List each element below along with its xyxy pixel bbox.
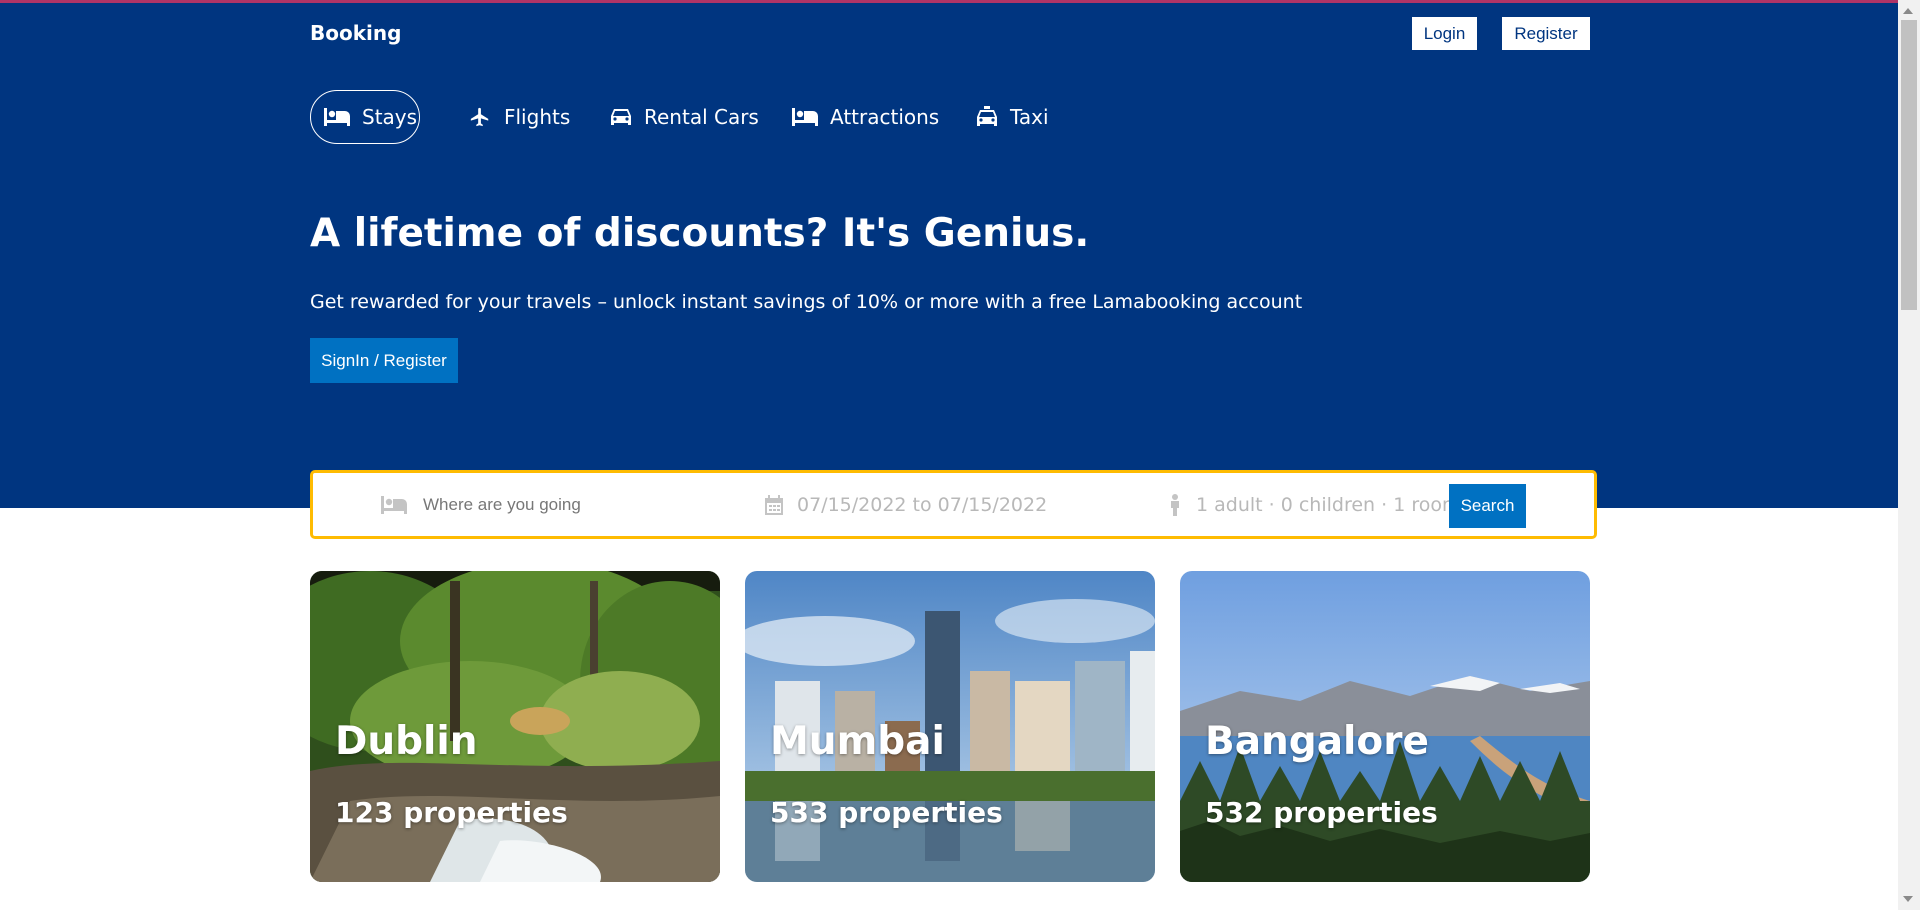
nav-label-attractions: Attractions [830, 105, 940, 129]
date-range-text: 07/15/2022 to 07/15/2022 [797, 493, 1048, 516]
bed-icon [381, 495, 421, 514]
search-button[interactable]: Search [1449, 484, 1526, 528]
card-title: Mumbai [770, 719, 945, 764]
signin-register-button[interactable]: SignIn / Register [310, 338, 458, 383]
calendar-icon [765, 494, 797, 515]
destination-field[interactable] [381, 473, 675, 536]
scroll-up-arrow-icon[interactable] [1903, 8, 1913, 14]
card-properties: 533 properties [770, 796, 1003, 829]
featured-card-bangalore[interactable]: Bangalore 532 properties [1180, 571, 1590, 882]
nav-item-stays[interactable]: Stays [310, 90, 420, 144]
taxi-icon [976, 106, 998, 128]
nav-label-taxi: Taxi [1010, 105, 1049, 129]
hero-description: Get rewarded for your travels – unlock i… [310, 291, 1303, 313]
card-properties: 123 properties [335, 796, 568, 829]
hero-title: A lifetime of discounts? It's Genius. [310, 211, 1090, 256]
scroll-down-arrow-icon[interactable] [1903, 896, 1913, 902]
nav-label-stays: Stays [362, 105, 418, 129]
destination-input[interactable] [421, 493, 675, 516]
nav-label-flights: Flights [504, 105, 571, 129]
person-icon [1168, 493, 1196, 516]
header: Booking Login Register Stays Flights Ren… [0, 3, 1898, 508]
date-range-field[interactable]: 07/15/2022 to 07/15/2022 [765, 473, 1047, 536]
nav-item-rental-cars[interactable]: Rental Cars [610, 90, 759, 144]
nav-item-attractions[interactable]: Attractions [792, 90, 939, 144]
guests-text: 1 adult · 0 children · 1 room [1196, 493, 1461, 516]
search-bar: 07/15/2022 to 07/15/2022 1 adult · 0 chi… [310, 470, 1597, 539]
page-scrollbar[interactable] [1898, 0, 1920, 910]
bed-icon [324, 108, 350, 126]
card-title: Bangalore [1205, 719, 1429, 764]
scroll-thumb[interactable] [1901, 20, 1917, 310]
card-title: Dublin [335, 719, 478, 764]
featured-card-mumbai[interactable]: Mumbai 533 properties [745, 571, 1155, 882]
bed-icon [792, 108, 818, 126]
nav-item-taxi[interactable]: Taxi [976, 90, 1049, 144]
register-button[interactable]: Register [1502, 17, 1590, 50]
guests-field[interactable]: 1 adult · 0 children · 1 room [1168, 473, 1460, 536]
brand-logo[interactable]: Booking [310, 21, 401, 45]
nav-item-flights[interactable]: Flights [468, 90, 570, 144]
car-icon [610, 107, 632, 127]
featured-card-dublin[interactable]: Dublin 123 properties [310, 571, 720, 882]
plane-icon [468, 106, 492, 128]
login-button[interactable]: Login [1412, 17, 1477, 50]
nav-label-rental-cars: Rental Cars [644, 105, 759, 129]
card-properties: 532 properties [1205, 796, 1438, 829]
